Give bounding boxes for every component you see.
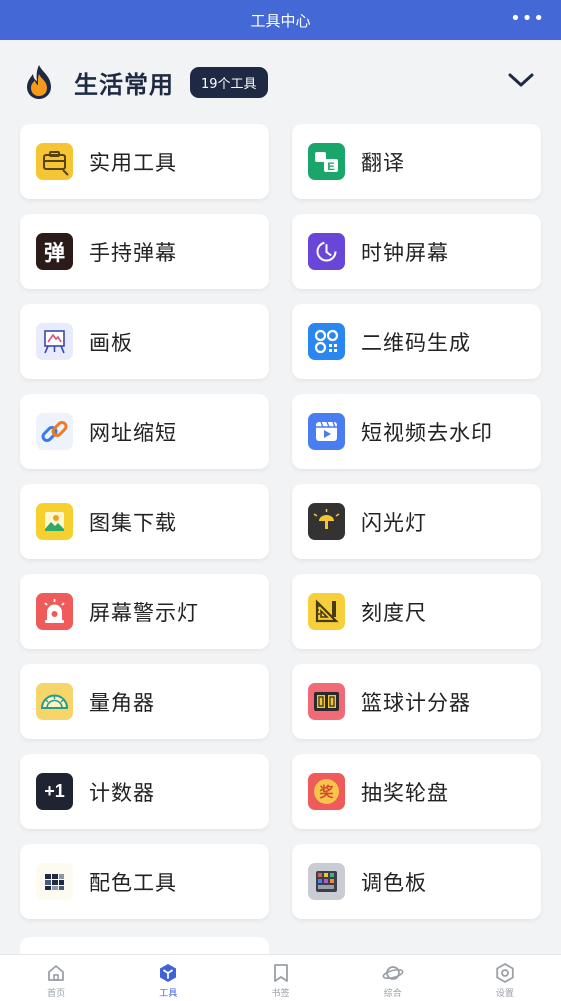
tool-label: 时钟屏幕 — [361, 240, 449, 265]
clock-icon — [308, 233, 345, 270]
tab-settings[interactable]: 设置 — [449, 955, 561, 1001]
tool-label: 刻度尺 — [361, 600, 427, 625]
qrcode-icon — [308, 323, 345, 360]
tab-general[interactable]: 综合 — [337, 955, 449, 1001]
danmaku-icon: 弹 — [36, 233, 73, 270]
flame-icon — [27, 65, 51, 99]
scoreboard-icon — [308, 683, 345, 720]
tab-label: 首页 — [47, 989, 66, 999]
tool-label: 网址缩短 — [89, 420, 177, 445]
tool-label: 实用工具 — [89, 150, 177, 175]
tool-grid: 实用工具 E 翻译 弹 手持弹幕 时钟屏幕 画板 二维码生成 网址缩短 短视频去… — [20, 124, 541, 919]
tool-label: 手持弹幕 — [89, 240, 177, 265]
tool-card-drawing-board[interactable]: 画板 — [20, 304, 269, 379]
tool-label: 二维码生成 — [361, 330, 471, 355]
tool-card-ruler[interactable]: 刻度尺 — [292, 574, 541, 649]
tool-card-danmaku[interactable]: 弹 手持弹幕 — [20, 214, 269, 289]
tab-label: 书签 — [271, 989, 290, 999]
bottom-tab-bar: 首页 工具 书签 综合 设置 — [0, 954, 561, 1001]
tool-label: 短视频去水印 — [361, 420, 493, 445]
chevron-down-icon[interactable] — [507, 70, 535, 90]
drawing-board-icon — [36, 323, 73, 360]
tool-card-utility[interactable]: 实用工具 — [20, 124, 269, 199]
toolbox-icon — [36, 143, 73, 180]
section-title: 生活常用 — [74, 70, 174, 99]
tool-card-video-watermark[interactable]: 短视频去水印 — [292, 394, 541, 469]
tab-label: 设置 — [495, 989, 514, 999]
ruler-icon — [308, 593, 345, 630]
tool-card-clock[interactable]: 时钟屏幕 — [292, 214, 541, 289]
tab-label: 综合 — [383, 989, 402, 999]
tool-label: 屏幕警示灯 — [89, 600, 199, 625]
tool-count-badge: 19个工具 — [190, 66, 268, 98]
color-scheme-icon — [36, 863, 73, 900]
translate-icon: E — [308, 143, 345, 180]
icon-glyph: 弹 — [44, 240, 65, 265]
tool-card-color-scheme[interactable]: 配色工具 — [20, 844, 269, 919]
palette-icon — [308, 863, 345, 900]
tab-label: 工具 — [159, 989, 178, 999]
tool-label: 量角器 — [89, 690, 155, 715]
tool-label: 篮球计分器 — [361, 690, 471, 715]
tools-icon — [160, 964, 177, 982]
tool-label: 调色板 — [361, 870, 427, 895]
settings-icon — [496, 963, 514, 983]
video-icon — [308, 413, 345, 450]
home-icon — [48, 965, 64, 981]
section-header[interactable]: 生活常用 19个工具 — [0, 40, 561, 124]
tool-label: 配色工具 — [89, 870, 177, 895]
lottery-icon: 奖 — [308, 773, 345, 810]
tab-bookmarks[interactable]: 书签 — [224, 955, 336, 1001]
tool-card-counter[interactable]: +1 计数器 — [20, 754, 269, 829]
counter-icon: +1 — [36, 773, 73, 810]
link-icon — [36, 413, 73, 450]
flashlight-icon — [308, 503, 345, 540]
more-options-icon[interactable]: ••• — [510, 8, 545, 29]
tool-card-qrcode[interactable]: 二维码生成 — [292, 304, 541, 379]
page-title: 工具中心 — [250, 11, 311, 30]
tool-card-scoreboard[interactable]: 篮球计分器 — [292, 664, 541, 739]
tool-card-translate[interactable]: E 翻译 — [292, 124, 541, 199]
bookmark-icon — [273, 964, 288, 982]
planet-icon — [382, 966, 404, 980]
tool-card-gallery-download[interactable]: 图集下载 — [20, 484, 269, 559]
tool-card-lottery-wheel[interactable]: 奖 抽奖轮盘 — [292, 754, 541, 829]
tool-card-alarm-light[interactable]: 屏幕警示灯 — [20, 574, 269, 649]
tab-tools[interactable]: 工具 — [112, 955, 224, 1001]
svg-text:E: E — [327, 161, 334, 173]
gallery-icon — [36, 503, 73, 540]
alarm-light-icon — [36, 593, 73, 630]
tool-label: 抽奖轮盘 — [361, 780, 449, 805]
tool-label: 图集下载 — [89, 510, 177, 535]
icon-glyph: +1 — [44, 781, 65, 801]
tab-home[interactable]: 首页 — [0, 955, 112, 1001]
tool-card-flashlight[interactable]: 闪光灯 — [292, 484, 541, 559]
icon-glyph: 奖 — [319, 784, 334, 801]
protractor-icon — [36, 683, 73, 720]
tool-card-link-shortener[interactable]: 网址缩短 — [20, 394, 269, 469]
tool-label: 翻译 — [361, 150, 405, 175]
tool-label: 画板 — [89, 330, 133, 355]
tool-card-palette[interactable]: 调色板 — [292, 844, 541, 919]
tool-label: 闪光灯 — [361, 510, 427, 535]
top-bar: 工具中心 ••• — [0, 0, 561, 40]
tool-label: 计数器 — [89, 780, 155, 805]
tool-card-protractor[interactable]: 量角器 — [20, 664, 269, 739]
